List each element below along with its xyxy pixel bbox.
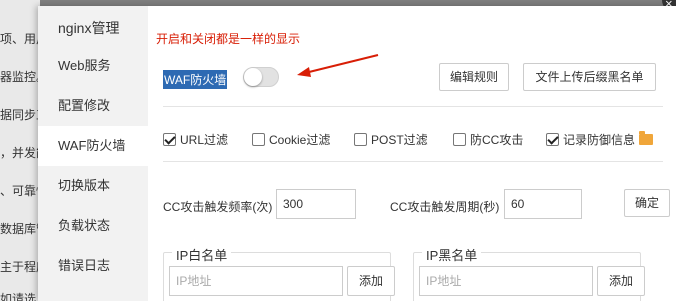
sidebar-item-waf[interactable]: WAF防火墙 [38, 126, 148, 166]
background-text: 器监控。 [0, 70, 40, 84]
ip-blacklist-panel: IP黑名单 添加 [413, 245, 645, 301]
whitelist-add-button[interactable]: 添加 [347, 266, 395, 296]
annotation-text: 开启和关闭都是一样的显示 [156, 32, 301, 46]
annotation-arrow-icon [297, 54, 379, 77]
background-text: 如请选 [0, 292, 37, 301]
ip-whitelist-legend: IP白名单 [172, 245, 232, 264]
sidebar: nginx管理 Web服务 配置修改 WAF防火墙 切换版本 负载状态 错误日志 [38, 6, 148, 301]
cc-rate-label: CC攻击触发频率(次) [163, 200, 273, 214]
cc-rate-input[interactable] [276, 189, 356, 219]
ip-whitelist-panel: IP白名单 添加 [163, 245, 395, 301]
cc-period-label: CC攻击触发周期(秒) [390, 200, 500, 214]
divider [163, 161, 663, 162]
ip-blacklist-input[interactable] [419, 266, 593, 296]
main-panel: 开启和关闭都是一样的显示 WAF防火墙 编辑规则 文件上传后缀黑名单 URL过滤… [148, 6, 676, 301]
cookie-filter-checkbox[interactable]: Cookie过滤 [252, 130, 330, 148]
edit-rules-button[interactable]: 编辑规则 [439, 63, 509, 91]
checkbox-box [163, 132, 176, 146]
background-text: 项、用户 [0, 32, 40, 46]
toggle-knob [244, 68, 262, 86]
ip-blacklist-legend: IP黑名单 [422, 245, 482, 264]
post-filter-checkbox[interactable]: POST过滤 [354, 130, 428, 148]
divider [163, 106, 663, 107]
checkbox-box [453, 132, 466, 146]
background-text: ，并发能 [0, 146, 40, 160]
sidebar-item-error-log[interactable]: 错误日志 [38, 246, 148, 286]
confirm-button[interactable]: 确定 [624, 189, 670, 217]
waf-label: WAF防火墙 [163, 70, 228, 89]
folder-icon[interactable] [639, 130, 654, 145]
waf-toggle[interactable] [243, 67, 279, 87]
upload-blacklist-button[interactable]: 文件上传后缀黑名单 [523, 63, 656, 91]
background-text: 、可靠性 [0, 184, 40, 198]
nginx-settings-dialog: nginx管理 Web服务 配置修改 WAF防火墙 切换版本 负载状态 错误日志… [38, 6, 676, 301]
background-text: 据同步工 [0, 108, 40, 122]
sidebar-title: nginx管理 [58, 20, 120, 36]
checkbox-box [252, 132, 265, 146]
checkbox-box [354, 132, 367, 146]
ip-whitelist-input[interactable] [169, 266, 343, 296]
blacklist-add-button[interactable]: 添加 [597, 266, 645, 296]
background-text: 数据库管 [0, 222, 40, 236]
cc-period-input[interactable] [504, 189, 582, 219]
sidebar-item-config[interactable]: 配置修改 [38, 86, 148, 126]
checkbox-box [546, 132, 559, 146]
url-filter-checkbox[interactable]: URL过滤 [163, 130, 228, 148]
log-defense-checkbox[interactable]: 记录防御信息 [546, 130, 654, 148]
background-text: 主于程序 [0, 260, 40, 274]
filter-options: URL过滤 Cookie过滤 POST过滤 防CC攻击 记录防御信息 [163, 130, 673, 148]
sidebar-item-load-status[interactable]: 负载状态 [38, 206, 148, 246]
background-page: 项、用户 器监控。 据同步工 ，并发能 、可靠性 数据库管 主于程序 如请选 [0, 0, 40, 301]
sidebar-item-web-service[interactable]: Web服务 [38, 46, 148, 86]
sidebar-item-switch-version[interactable]: 切换版本 [38, 166, 148, 206]
cc-defense-checkbox[interactable]: 防CC攻击 [453, 130, 523, 148]
